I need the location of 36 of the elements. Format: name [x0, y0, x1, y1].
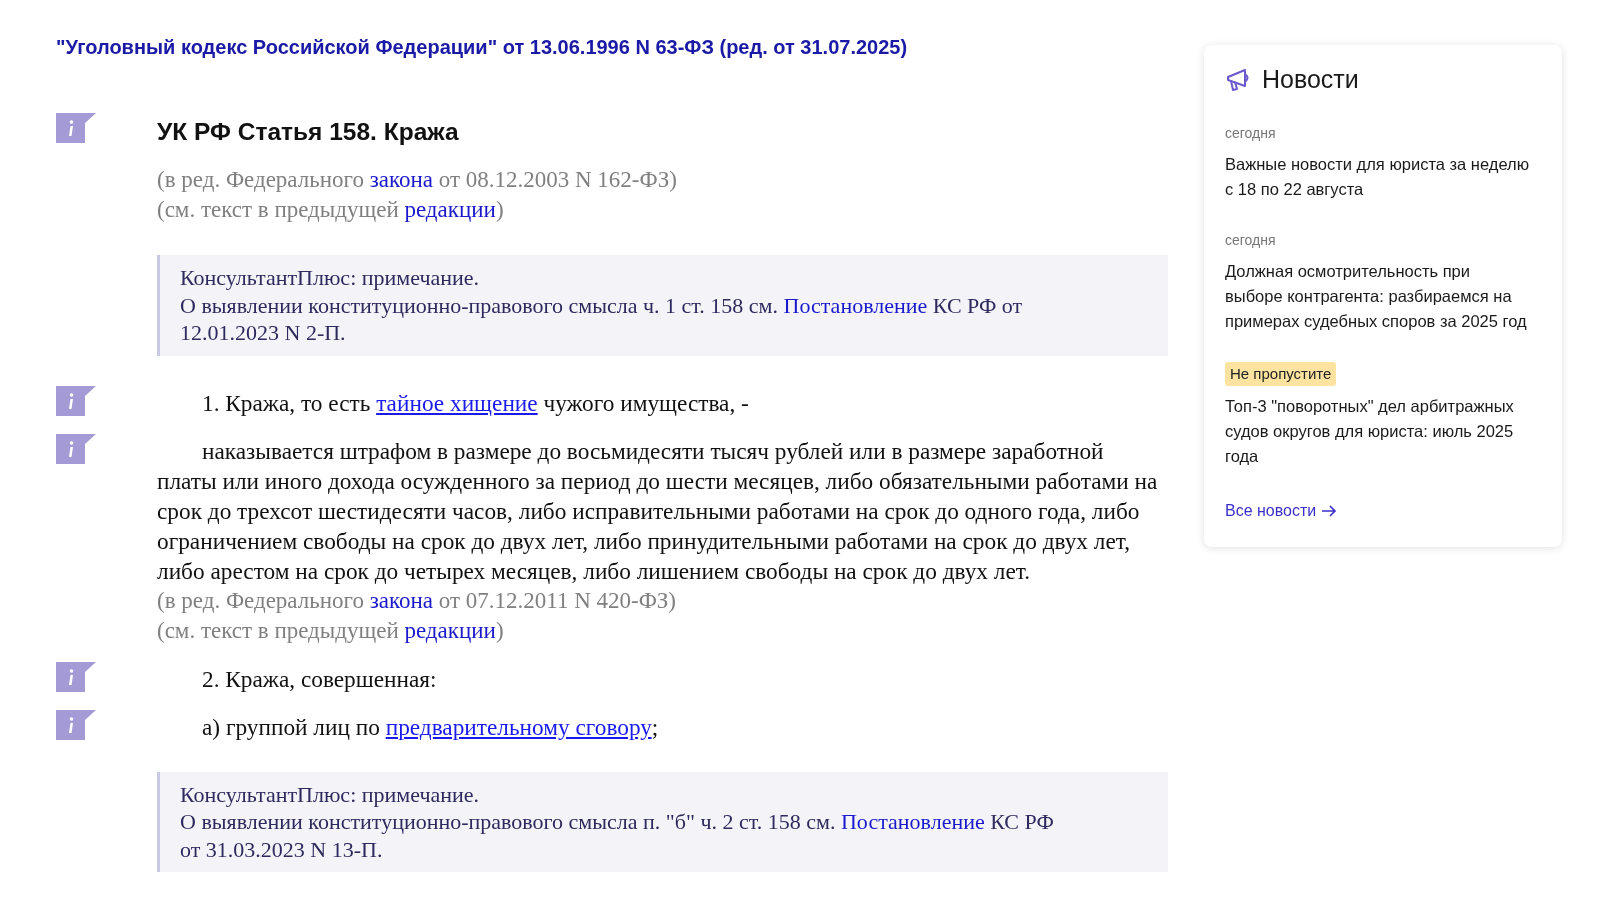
- text-link[interactable]: предварительному сговору: [385, 713, 652, 740]
- text-link[interactable]: редакции: [404, 617, 496, 643]
- text-link[interactable]: тайное хищение: [376, 389, 538, 416]
- note-title: КонсультантПлюс: примечание.: [180, 780, 481, 808]
- law-paragraph: а) группой лиц по предварительному сговору;: [201, 712, 660, 742]
- document-title[interactable]: "Уголовный кодекс Российской Федерации" от 13.06.1996 N 63-ФЗ (ред. от 31.07.2025): [56, 33, 1172, 61]
- text-link[interactable]: Постановление: [840, 809, 985, 834]
- article-heading: УК РФ Статья 158. Кража: [157, 117, 460, 147]
- info-flag-icon[interactable]: [56, 433, 96, 464]
- law-paragraph: наказывается штрафом в размере до восьмидесяти тысяч рублей или в размере заработной платы или иного дохода осужденного за период до шести месяцев, либо обязательными работами на срок до трехсот шестидесяти часов, либо исправительными работами на срок до одного года, либо ограничением свободы на срок до двух лет, либо принудительными работами на срок до двух лет, либо арестом на срок до четырех месяцев, либо лишением свободы на срок до двух лет.: [157, 436, 1159, 586]
- note-title: КонсультантПлюс: примечание.: [180, 264, 481, 292]
- edition-note: (в ред. Федерального закона от 07.12.2011 N 420-ФЗ): [157, 586, 678, 615]
- note-text: О выявлении конституционно-правового смысла п. "б" ч. 2 ст. 158 см. Постановление КС РФ от 31.03.2023 N 13-П.: [180, 808, 1055, 863]
- arrow-right-icon: [1321, 505, 1338, 517]
- info-flag-icon[interactable]: [56, 709, 96, 740]
- news-title: Новости: [1262, 64, 1359, 95]
- law-paragraph: 2. Кража, совершенная:: [201, 664, 438, 694]
- edition-note: (в ред. Федерального закона от 08.12.2003 N 162-ФЗ): [157, 166, 678, 194]
- news-headline[interactable]: Топ-3 "поворотных" дел арбитражных судов округов для юриста: июль 2025 года: [1225, 394, 1532, 469]
- text-link[interactable]: закона: [369, 587, 433, 613]
- info-flag-icon[interactable]: [56, 661, 96, 692]
- news-headline[interactable]: Должная осмотрительность при выборе контрагента: разбираемся на примерах судебных споров за 2025 год: [1225, 258, 1532, 334]
- note-text: О выявлении конституционно-правового смысла ч. 1 ст. 158 см. Постановление КС РФ от 12.01.2023 N 2-П.: [180, 291, 1024, 347]
- info-flag-icon[interactable]: [56, 113, 96, 143]
- news-date: сегодня: [1225, 230, 1277, 250]
- info-flag-icon[interactable]: [56, 385, 96, 416]
- text-link[interactable]: закона: [369, 167, 433, 192]
- text-link[interactable]: Постановление: [783, 292, 928, 318]
- edition-note: (см. текст в предыдущей редакции): [157, 616, 505, 645]
- news-headline[interactable]: Важные новости для юриста за неделю с 18 по 22 августа: [1225, 151, 1532, 202]
- news-date: сегодня: [1225, 123, 1277, 143]
- news-tag: Не пропустите: [1225, 361, 1337, 386]
- all-news-link[interactable]: Все новости: [1225, 499, 1338, 523]
- text-link[interactable]: редакции: [404, 197, 496, 222]
- edition-note: (см. текст в предыдущей редакции): [157, 196, 505, 224]
- law-paragraph: 1. Кража, то есть тайное хищение чужого имущества, -: [201, 388, 750, 418]
